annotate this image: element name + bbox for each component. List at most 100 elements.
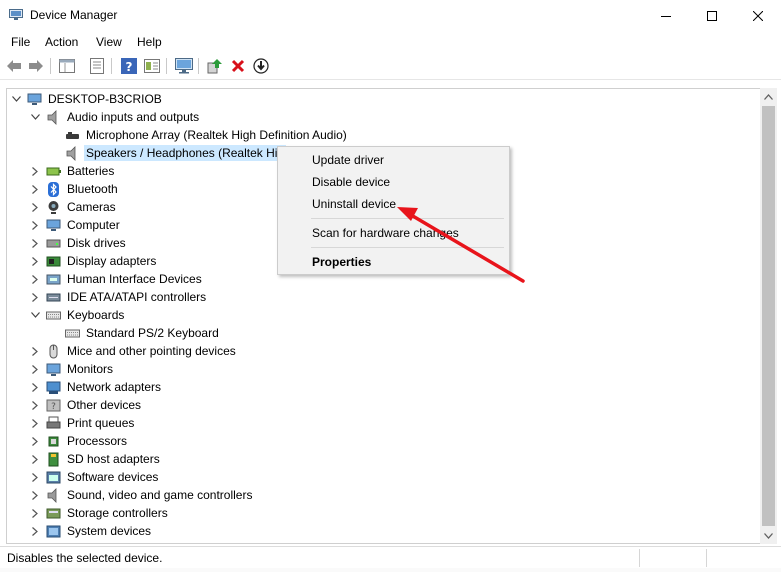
chevron-right-icon[interactable] bbox=[30, 342, 40, 360]
device-item-selected[interactable]: Speakers / Headphones (Realtek Hig bbox=[49, 144, 287, 162]
category-item[interactable]: Processors bbox=[30, 432, 129, 450]
view-button[interactable] bbox=[142, 56, 162, 76]
chevron-right-icon[interactable] bbox=[30, 522, 40, 540]
network-icon bbox=[46, 380, 61, 395]
category-item[interactable]: Mice and other pointing devices bbox=[30, 342, 238, 360]
category-item[interactable]: Display adapters bbox=[30, 252, 158, 270]
monitor-icon bbox=[175, 58, 193, 74]
category-item[interactable]: Print queues bbox=[30, 414, 136, 432]
category-audio[interactable]: Audio inputs and outputs bbox=[30, 108, 201, 126]
scan-button[interactable] bbox=[174, 56, 194, 76]
chevron-right-icon[interactable] bbox=[30, 432, 40, 450]
vertical-scrollbar[interactable] bbox=[760, 88, 777, 544]
help-icon: ? bbox=[121, 58, 137, 74]
update-driver-button[interactable] bbox=[205, 56, 225, 76]
menu-view[interactable]: View bbox=[96, 35, 122, 49]
minimize-icon bbox=[661, 15, 671, 17]
tree-item-label: Batteries bbox=[67, 164, 115, 178]
maximize-button[interactable] bbox=[689, 0, 735, 31]
tree-item-label: Network adapters bbox=[67, 380, 162, 394]
forward-arrow-icon bbox=[29, 60, 43, 72]
help-button[interactable]: ? bbox=[119, 56, 139, 76]
menu-item-disable-device[interactable]: Disable device bbox=[279, 171, 508, 193]
chevron-right-icon[interactable] bbox=[30, 396, 40, 414]
menu-action[interactable]: Action bbox=[45, 35, 78, 49]
enable-button[interactable] bbox=[251, 56, 271, 76]
category-item[interactable]: Monitors bbox=[30, 360, 115, 378]
category-item[interactable]: Disk drives bbox=[30, 234, 128, 252]
chevron-right-icon[interactable] bbox=[30, 450, 40, 468]
menu-file[interactable]: File bbox=[11, 35, 30, 49]
close-button[interactable] bbox=[735, 0, 781, 31]
category-item[interactable]: Cameras bbox=[30, 198, 118, 216]
chevron-right-icon[interactable] bbox=[30, 216, 40, 234]
device-item[interactable]: Standard PS/2 Keyboard bbox=[49, 324, 221, 342]
title-bar: Device Manager bbox=[0, 0, 781, 31]
toolbar-separator bbox=[198, 58, 199, 74]
category-item[interactable]: SD host adapters bbox=[30, 450, 162, 468]
category-item[interactable]: Bluetooth bbox=[30, 180, 120, 198]
show-hide-button[interactable] bbox=[57, 56, 77, 76]
sd-card-icon bbox=[46, 452, 61, 467]
chevron-down-icon[interactable] bbox=[11, 90, 21, 108]
chevron-right-icon[interactable] bbox=[30, 288, 40, 306]
menu-separator bbox=[311, 218, 504, 219]
menu-item-properties[interactable]: Properties bbox=[279, 251, 508, 273]
tree-item-label: IDE ATA/ATAPI controllers bbox=[67, 290, 207, 304]
category-item[interactable]: Human Interface Devices bbox=[30, 270, 204, 288]
device-manager-icon bbox=[9, 9, 23, 20]
chevron-right-icon[interactable] bbox=[30, 504, 40, 522]
tree-item-label: Disk drives bbox=[67, 236, 126, 250]
chevron-right-icon[interactable] bbox=[30, 198, 40, 216]
scroll-thumb[interactable] bbox=[762, 106, 775, 526]
scroll-down-button[interactable] bbox=[760, 527, 777, 544]
computer-icon bbox=[46, 218, 61, 233]
chevron-right-icon[interactable] bbox=[30, 360, 40, 378]
chevron-right-icon[interactable] bbox=[30, 162, 40, 180]
maximize-icon bbox=[707, 10, 717, 21]
category-item[interactable]: IDE ATA/ATAPI controllers bbox=[30, 288, 208, 306]
tree-item-label: Storage controllers bbox=[67, 506, 168, 520]
chevron-right-icon[interactable] bbox=[30, 252, 40, 270]
category-item[interactable]: Network adapters bbox=[30, 378, 163, 396]
chevron-right-icon[interactable] bbox=[30, 486, 40, 504]
uninstall-button[interactable] bbox=[228, 56, 248, 76]
menu-item-scan-hardware[interactable]: Scan for hardware changes bbox=[279, 222, 508, 244]
chevron-right-icon[interactable] bbox=[30, 270, 40, 288]
chevron-right-icon[interactable] bbox=[30, 378, 40, 396]
forward-button[interactable] bbox=[26, 56, 46, 76]
category-item[interactable]: Batteries bbox=[30, 162, 116, 180]
chevron-down-icon[interactable] bbox=[30, 108, 40, 126]
tree-item-label: Audio inputs and outputs bbox=[67, 110, 200, 124]
category-item[interactable]: Computer bbox=[30, 216, 122, 234]
menu-item-update-driver[interactable]: Update driver bbox=[279, 149, 508, 171]
category-item[interactable]: ? Other devices bbox=[30, 396, 143, 414]
chevron-right-icon[interactable] bbox=[30, 468, 40, 486]
chevron-right-icon[interactable] bbox=[30, 414, 40, 432]
minimize-button[interactable] bbox=[643, 0, 689, 31]
category-item[interactable]: Software devices bbox=[30, 468, 160, 486]
category-keyboards[interactable]: Keyboards bbox=[30, 306, 126, 324]
chevron-right-icon[interactable] bbox=[30, 180, 40, 198]
toolbar-separator bbox=[111, 58, 112, 74]
back-button[interactable] bbox=[4, 56, 24, 76]
toolbar-separator bbox=[166, 58, 167, 74]
menu-help[interactable]: Help bbox=[137, 35, 162, 49]
device-item[interactable]: Microphone Array (Realtek High Definitio… bbox=[49, 126, 349, 144]
category-item[interactable]: Storage controllers bbox=[30, 504, 170, 522]
menu-item-uninstall-device[interactable]: Uninstall device bbox=[279, 193, 508, 215]
properties-button[interactable] bbox=[87, 56, 107, 76]
chevron-down-icon[interactable] bbox=[30, 306, 40, 324]
tree-root[interactable]: DESKTOP-B3CRIOB bbox=[11, 90, 164, 108]
svg-text:?: ? bbox=[126, 60, 133, 74]
category-item[interactable]: System devices bbox=[30, 522, 153, 540]
hid-icon bbox=[46, 272, 61, 287]
tree-item-label: Cameras bbox=[67, 200, 116, 214]
scroll-up-button[interactable] bbox=[760, 88, 777, 105]
camera-icon bbox=[46, 200, 61, 215]
chevron-right-icon[interactable] bbox=[30, 234, 40, 252]
tree-item-label: Computer bbox=[67, 218, 120, 232]
chevron-down-icon bbox=[764, 532, 773, 539]
category-item[interactable]: Sound, video and game controllers bbox=[30, 486, 254, 504]
